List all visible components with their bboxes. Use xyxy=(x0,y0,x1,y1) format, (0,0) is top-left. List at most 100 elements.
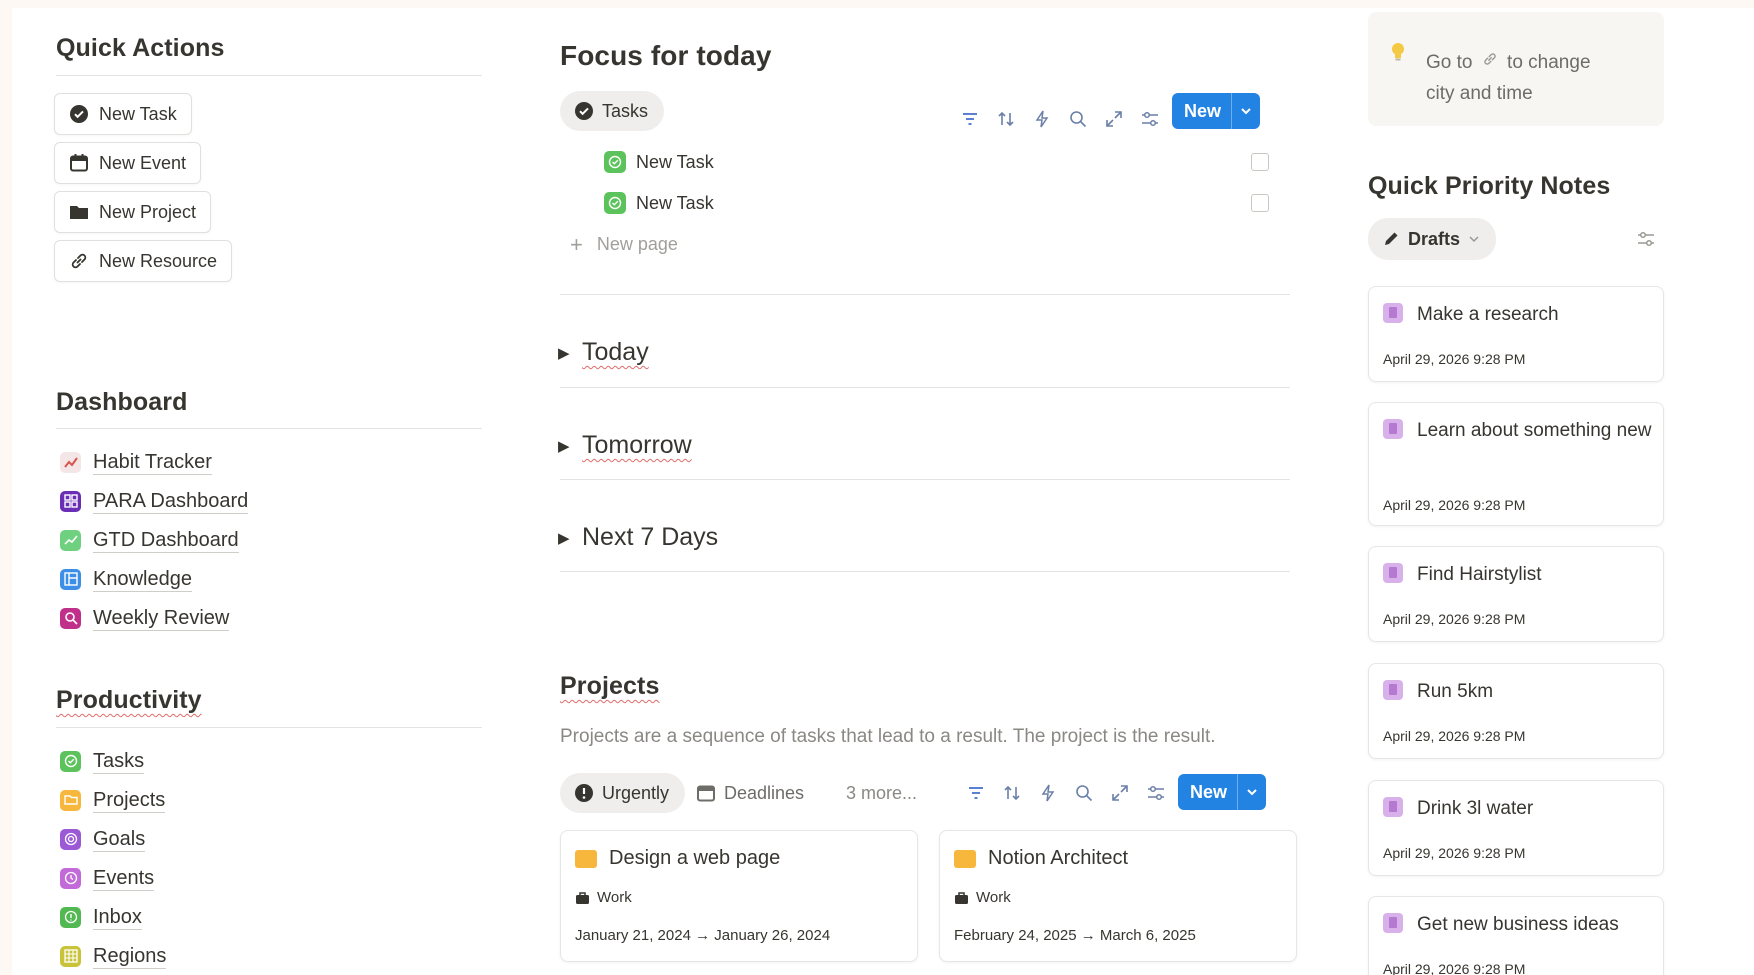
nav-item-knowledge[interactable]: Knowledge xyxy=(60,564,192,594)
nav-item-label: Habit Tracker xyxy=(93,450,212,475)
tab-urgently[interactable]: Urgently xyxy=(560,773,686,813)
note-card[interactable]: Drink 3l water April 29, 2026 9:28 PM xyxy=(1368,780,1664,876)
task-row[interactable]: New Task xyxy=(604,192,714,214)
new-button-label: New xyxy=(1172,93,1233,129)
nav-item-gtd-dashboard[interactable]: GTD Dashboard xyxy=(60,525,239,555)
folder-icon xyxy=(954,849,976,868)
toggle-today[interactable]: ▶ Today xyxy=(548,338,1290,368)
task-checkbox[interactable] xyxy=(1251,153,1269,171)
note-title: Find Hairstylist xyxy=(1417,564,1542,585)
nav-item-label: Projects xyxy=(93,788,166,813)
nav-item-label: Regions xyxy=(93,944,167,969)
triangle-right-icon[interactable]: ▶ xyxy=(558,344,570,362)
sort-icon[interactable] xyxy=(1002,783,1022,803)
toggle-label-text: Tomorrow xyxy=(582,431,692,459)
search-icon[interactable] xyxy=(1068,109,1088,129)
lightning-icon[interactable] xyxy=(1032,109,1052,129)
new-task-button[interactable]: New Task xyxy=(54,93,192,135)
project-tag: Work xyxy=(954,889,1011,906)
new-resource-button[interactable]: New Resource xyxy=(54,240,233,282)
plus-icon: + xyxy=(570,231,583,257)
note-date: April 29, 2026 9:28 PM xyxy=(1383,845,1526,861)
check-circle-icon xyxy=(574,101,594,121)
settings-sliders-icon[interactable] xyxy=(1140,109,1160,129)
nav-item-weekly-review[interactable]: Weekly Review xyxy=(60,603,230,633)
note-date: April 29, 2026 9:28 PM xyxy=(1383,728,1526,744)
task-title: New Task xyxy=(636,192,714,213)
settings-sliders-icon[interactable] xyxy=(1146,783,1166,803)
project-card[interactable]: Notion Architect Work February 24, 2025 … xyxy=(939,830,1297,962)
nav-item-tasks[interactable]: Tasks xyxy=(60,746,145,776)
briefcase-icon xyxy=(575,891,590,905)
main-column: Focus for today Tasks New New Task New T… xyxy=(548,8,1297,975)
project-dates: February 24, 2025 → March 6, 2025 xyxy=(954,927,1196,944)
filter-icon[interactable] xyxy=(960,109,980,129)
tab-tasks[interactable]: Tasks xyxy=(560,91,665,131)
chevron-down-icon[interactable] xyxy=(1238,774,1266,810)
new-page-button[interactable]: + New page xyxy=(570,231,678,257)
focus-title: Focus for today xyxy=(560,40,772,71)
note-date: April 29, 2026 9:28 PM xyxy=(1383,497,1526,513)
task-checkbox[interactable] xyxy=(1251,194,1269,212)
pencil-icon xyxy=(1382,230,1400,248)
nav-item-regions[interactable]: Regions xyxy=(60,941,167,971)
new-page-label: New page xyxy=(596,234,678,254)
briefcase-icon xyxy=(954,891,969,905)
sort-icon[interactable] xyxy=(996,109,1016,129)
new-task-label: New Task xyxy=(99,103,177,124)
tab-deadlines[interactable]: Deadlines xyxy=(696,773,804,813)
toggle-next-7-days[interactable]: ▶ Next 7 Days xyxy=(548,523,1290,553)
note-title: Run 5km xyxy=(1417,681,1494,702)
expand-icon[interactable] xyxy=(1110,783,1130,803)
chevron-down-icon[interactable] xyxy=(1232,93,1260,129)
new-project-button[interactable]: New Project xyxy=(54,191,212,233)
nav-item-inbox[interactable]: Inbox xyxy=(60,902,142,932)
project-tag-text: Work xyxy=(976,889,1011,906)
check-icon xyxy=(60,750,81,772)
weather-tip-callout: Go to to change city and time xyxy=(1368,12,1664,126)
new-event-button[interactable]: New Event xyxy=(54,142,202,184)
new-project-label: New Project xyxy=(99,201,197,222)
drafts-filter[interactable]: Drafts xyxy=(1368,218,1497,260)
project-tag: Work xyxy=(575,889,632,906)
productivity-title-text: Productivity xyxy=(56,686,202,714)
filter-icon[interactable] xyxy=(966,783,986,803)
toggle-tomorrow[interactable]: ▶ Tomorrow xyxy=(548,431,1290,461)
tip-text-a: Go to xyxy=(1426,52,1473,73)
new-project-db-button[interactable]: New xyxy=(1178,774,1267,810)
weather-tip-text: Go to to change city and time xyxy=(1426,46,1591,109)
nav-item-habit-tracker[interactable]: Habit Tracker xyxy=(60,447,212,477)
expand-icon[interactable] xyxy=(1104,109,1124,129)
nav-item-label: Events xyxy=(93,866,155,891)
nav-item-projects[interactable]: Projects xyxy=(60,785,166,815)
nav-item-label: Tasks xyxy=(93,749,145,774)
link-icon xyxy=(69,251,89,271)
project-card[interactable]: Design a web page Work January 21, 2024 … xyxy=(560,830,918,962)
search-icon[interactable] xyxy=(1074,783,1094,803)
divider xyxy=(560,571,1290,572)
new-task-db-button[interactable]: New xyxy=(1172,93,1261,129)
nav-item-para-dashboard[interactable]: PARA Dashboard xyxy=(60,486,249,516)
project-title: Design a web page xyxy=(575,847,780,870)
folder-icon xyxy=(69,202,89,222)
nav-item-label: Inbox xyxy=(93,905,142,930)
note-card[interactable]: Make a research April 29, 2026 9:28 PM xyxy=(1368,286,1664,382)
note-card[interactable]: Run 5km April 29, 2026 9:28 PM xyxy=(1368,663,1664,759)
triangle-right-icon[interactable]: ▶ xyxy=(558,529,570,547)
note-card[interactable]: Learn about something new April 29, 2026… xyxy=(1368,402,1664,526)
note-title: Drink 3l water xyxy=(1417,798,1534,819)
productivity-title: Productivity xyxy=(56,686,202,715)
layout-icon xyxy=(60,568,81,590)
note-card[interactable]: Get new business ideas April 29, 2026 9:… xyxy=(1368,896,1664,975)
nav-item-goals[interactable]: Goals xyxy=(60,824,146,854)
note-card[interactable]: Find Hairstylist April 29, 2026 9:28 PM xyxy=(1368,546,1664,642)
nav-item-label: Knowledge xyxy=(93,567,192,592)
link-icon[interactable] xyxy=(1482,46,1498,77)
more-views-button[interactable]: 3 more... xyxy=(846,773,917,813)
lightning-icon[interactable] xyxy=(1038,783,1058,803)
note-icon xyxy=(1383,563,1403,583)
triangle-right-icon[interactable]: ▶ xyxy=(558,437,570,455)
settings-sliders-icon[interactable] xyxy=(1636,229,1656,254)
task-row[interactable]: New Task xyxy=(604,151,714,173)
nav-item-events[interactable]: Events xyxy=(60,863,155,893)
